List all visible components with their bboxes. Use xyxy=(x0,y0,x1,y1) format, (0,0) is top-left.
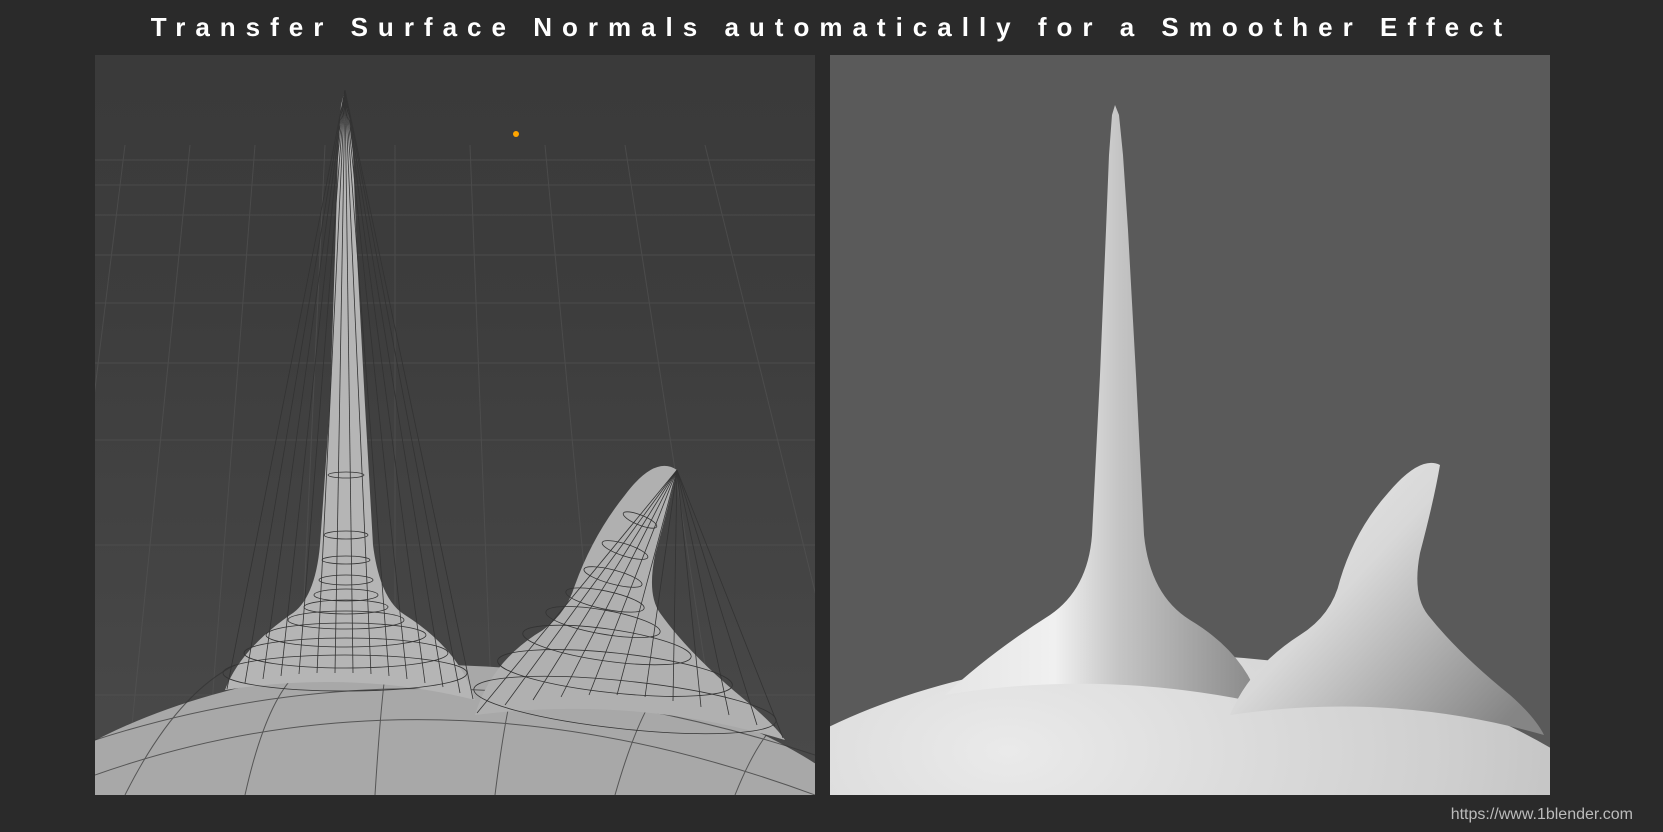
3d-cursor-icon xyxy=(513,131,519,137)
smooth-panel xyxy=(830,55,1550,795)
page-title: Transfer Surface Normals automatically f… xyxy=(0,12,1663,43)
watermark-url: https://www.1blender.com xyxy=(1451,806,1633,824)
wireframe-panel xyxy=(95,55,815,795)
smooth-render xyxy=(830,55,1550,795)
floor-grid xyxy=(95,55,815,795)
spike-large-wireframe xyxy=(223,90,475,700)
comparison-panels xyxy=(95,55,1550,795)
spike-small-wireframe xyxy=(471,466,785,745)
